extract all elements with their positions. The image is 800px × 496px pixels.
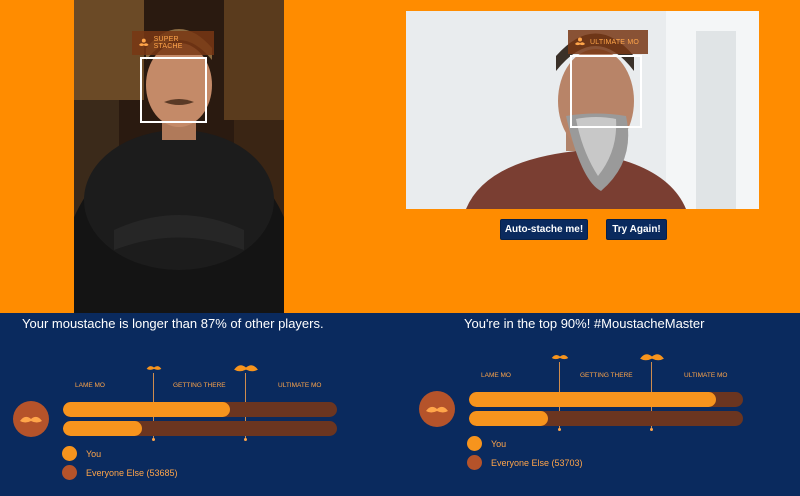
- left-marker-dot-2: [244, 438, 247, 441]
- left-scale-label-ultimate: ULTIMATE MO: [278, 382, 322, 389]
- right-legend-you-label: You: [491, 439, 507, 449]
- moustache-icon: [138, 38, 149, 47]
- right-moustache-avatar-icon: [419, 391, 455, 427]
- left-legend-everyone-label: Everyone Else (53685): [86, 468, 178, 478]
- left-you-bar-track: [63, 402, 337, 417]
- try-again-button[interactable]: Try Again!: [606, 219, 667, 240]
- moustache-icon: [575, 37, 585, 46]
- right-scale-label-ultimate: ULTIMATE MO: [684, 372, 728, 379]
- left-marker-small-moustache: [146, 363, 162, 372]
- left-face-box: [140, 57, 207, 123]
- moustache-icon: [234, 365, 258, 372]
- left-scale-label-getting-there: GETTING THERE: [173, 382, 226, 389]
- right-scale-label-getting-there: GETTING THERE: [580, 372, 633, 379]
- right-legend-you-swatch: [467, 436, 482, 451]
- right-marker-small-moustache: [551, 352, 569, 361]
- moustache-icon: [640, 354, 664, 361]
- left-scale-label-lame: LAME MO: [75, 382, 105, 389]
- left-face-tag: SUPER STACHE: [132, 31, 214, 55]
- left-moustache-avatar-icon: [13, 401, 49, 437]
- right-marker-large-moustache: [631, 350, 673, 363]
- left-legend-you-swatch: [62, 446, 77, 461]
- right-face-tag-label: ULTIMATE MO: [590, 38, 639, 46]
- right-result-headline: You're in the top 90%! #MoustacheMaster: [464, 316, 705, 331]
- right-marker-dot-1: [558, 428, 561, 431]
- left-face-tag-label: SUPER STACHE: [153, 36, 183, 50]
- right-you-bar: [469, 392, 716, 407]
- right-legend-everyone-label: Everyone Else (53703): [491, 458, 583, 468]
- moustache-icon: [146, 366, 162, 370]
- left-marker-large-moustache: [225, 361, 267, 374]
- left-result-headline: Your moustache is longer than 87% of oth…: [22, 316, 324, 331]
- left-legend-you-label: You: [86, 449, 102, 459]
- left-marker-dot-1: [152, 438, 155, 441]
- moustache-icon: [551, 354, 569, 360]
- right-you-bar-track: [469, 392, 743, 407]
- autostache-button[interactable]: Auto-stache me!: [500, 219, 588, 240]
- right-scale-label-lame: LAME MO: [481, 372, 511, 379]
- left-legend-everyone-swatch: [62, 465, 77, 480]
- right-marker-dot-2: [650, 428, 653, 431]
- right-everyone-bar: [469, 411, 549, 426]
- right-face-tag: ULTIMATE MO: [568, 30, 648, 54]
- right-everyone-bar-track: [469, 411, 743, 426]
- left-everyone-bar-track: [63, 421, 337, 436]
- left-you-bar: [63, 402, 231, 417]
- right-face-box: [570, 55, 642, 128]
- left-everyone-bar: [63, 421, 143, 436]
- right-legend-everyone-swatch: [467, 455, 482, 470]
